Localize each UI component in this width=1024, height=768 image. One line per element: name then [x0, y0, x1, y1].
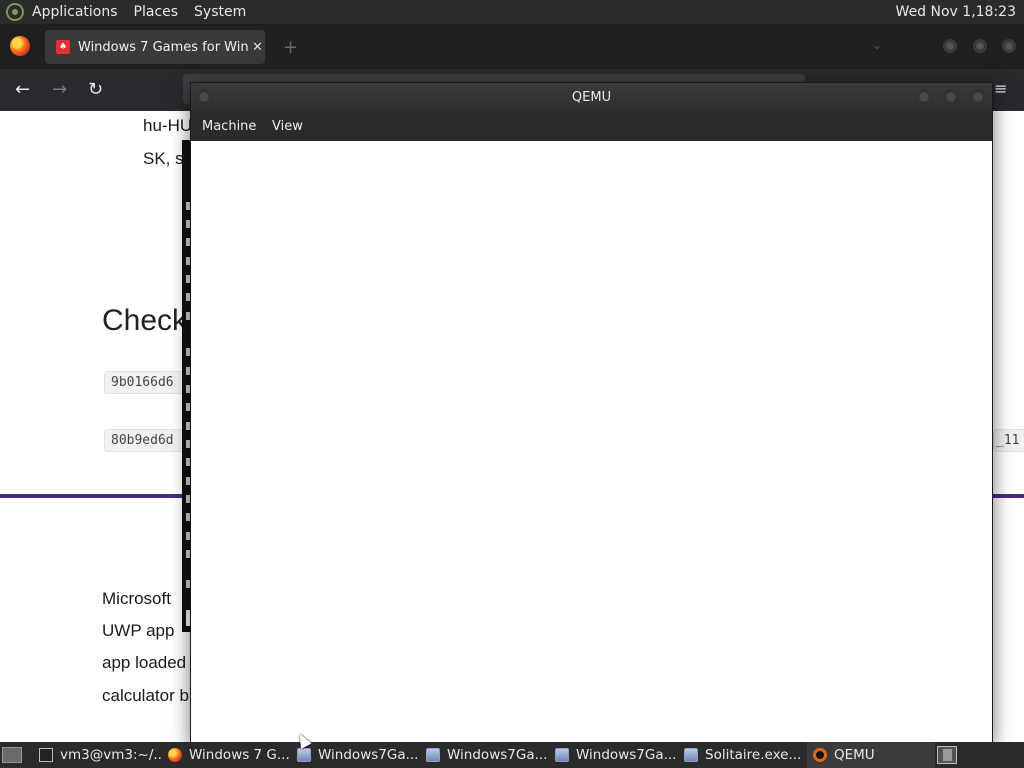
checksum-code-tail: _11 — [993, 429, 1024, 452]
browser-tab[interactable]: ♠ Windows 7 Games for Wind ✕ — [45, 30, 265, 64]
page-text-line: SK, s — [143, 149, 184, 168]
taskbar-item-label: Windows7Ga... — [318, 747, 419, 763]
checksum-code: 80b9ed6d — [104, 429, 194, 452]
taskbar-item-terminal[interactable]: vm3@vm3:~/... — [33, 742, 161, 768]
taskbar-item-solitaire[interactable]: Solitaire.exe... — [678, 742, 806, 768]
close-button[interactable] — [970, 89, 986, 105]
page-paragraph-line: Microsoft — [102, 589, 171, 608]
panel-clock[interactable]: Wed Nov 1,18:23 — [896, 4, 1016, 20]
forward-button[interactable]: → — [52, 79, 67, 100]
taskbar-item-firefox[interactable]: Windows 7 G... — [162, 742, 290, 768]
page-text-line: hu-HU — [143, 116, 193, 135]
close-tab-icon[interactable]: ✕ — [252, 40, 263, 55]
taskbar-item-exe[interactable]: Windows7Ga... — [549, 742, 677, 768]
qemu-titlebar[interactable]: QEMU — [191, 83, 992, 113]
page-heading: Check — [102, 304, 188, 337]
exe-icon — [297, 748, 311, 762]
page-paragraph-line: calculator b — [102, 686, 189, 705]
new-tab-button[interactable]: + — [283, 37, 298, 58]
taskbar-item-label: Windows7Ga... — [576, 747, 677, 763]
menu-view[interactable]: View — [272, 119, 303, 134]
reload-button[interactable]: ↻ — [88, 79, 103, 100]
menu-applications[interactable]: Applications — [32, 4, 118, 20]
show-desktop-button[interactable] — [2, 747, 22, 763]
taskbar-item-exe[interactable]: Windows7Ga... — [420, 742, 548, 768]
exe-icon — [684, 748, 698, 762]
minimize-window-button[interactable] — [943, 39, 957, 53]
qemu-icon — [813, 748, 827, 762]
vm-display[interactable] — [191, 141, 992, 742]
taskbar-item-exe[interactable]: Windows7Ga... — [291, 742, 419, 768]
menu-machine[interactable]: Machine — [202, 119, 256, 134]
qemu-window-title: QEMU — [571, 90, 612, 105]
page-paragraph-line: UWP app — [102, 621, 175, 640]
tab-title: Windows 7 Games for Wind — [78, 39, 248, 55]
card-favicon-icon: ♠ — [56, 40, 70, 54]
list-all-tabs-button[interactable]: ⌄ — [872, 38, 882, 52]
page-paragraph-line: app loaded — [102, 653, 187, 672]
exe-icon — [555, 748, 569, 762]
os-logo-icon[interactable] — [6, 3, 24, 21]
terminal-icon — [39, 748, 53, 762]
workspace-switcher[interactable] — [937, 746, 957, 764]
maximize-button[interactable] — [943, 89, 959, 105]
firefox-icon — [10, 36, 30, 56]
taskbar-item-qemu[interactable]: QEMU — [807, 742, 935, 768]
taskbar-item-label: QEMU — [834, 747, 875, 763]
browser-menu-button[interactable]: ≡ — [994, 79, 1007, 98]
bottom-taskbar: vm3@vm3:~/... Windows 7 G... Windows7Ga.… — [0, 742, 1024, 768]
browser-tab-strip: ♠ Windows 7 Games for Wind ✕ + ⌄ — [0, 24, 1024, 69]
checksum-code: 9b0166d6 — [104, 371, 194, 394]
qemu-window[interactable]: QEMU Machine View — [190, 82, 993, 743]
minimize-button[interactable] — [916, 89, 932, 105]
taskbar-item-label: Windows7Ga... — [447, 747, 548, 763]
qemu-menubar: Machine View — [191, 113, 992, 141]
menu-system[interactable]: System — [194, 4, 246, 20]
taskbar-item-label: Solitaire.exe... — [705, 747, 802, 763]
close-window-button[interactable] — [1002, 39, 1016, 53]
exe-icon — [426, 748, 440, 762]
taskbar-item-label: Windows 7 G... — [189, 747, 290, 763]
top-panel: Applications Places System Wed Nov 1,18:… — [0, 0, 1024, 24]
menu-places[interactable]: Places — [134, 4, 179, 20]
firefox-icon — [168, 748, 182, 762]
taskbar-item-label: vm3@vm3:~/... — [60, 747, 161, 763]
back-button[interactable]: ← — [15, 79, 30, 100]
maximize-window-button[interactable] — [973, 39, 987, 53]
